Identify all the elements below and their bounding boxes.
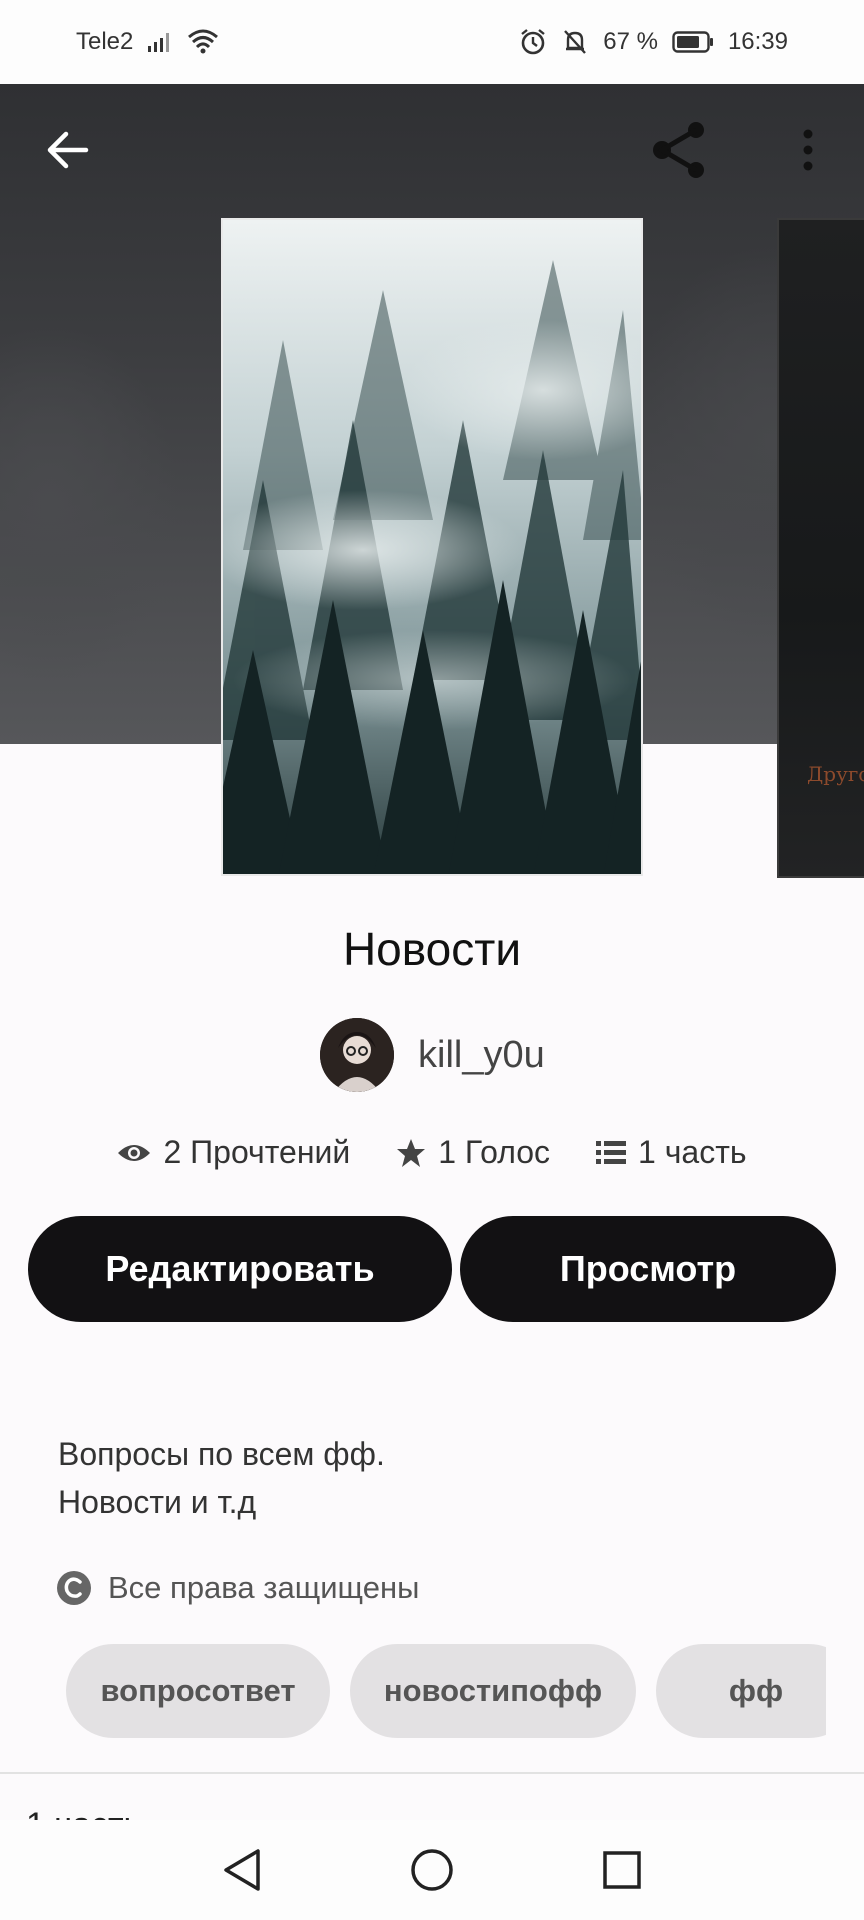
nav-back-icon — [224, 1849, 260, 1891]
copyright-label: Все права защищены — [108, 1570, 420, 1605]
tags-list: вопросответ новостипофф фф — [66, 1644, 826, 1740]
next-story-cover[interactable]: Друго — [777, 218, 864, 878]
parts-stat: 1 часть — [596, 1134, 747, 1171]
nav-home-icon — [411, 1849, 453, 1891]
signal-icon — [147, 31, 173, 53]
divider — [0, 1772, 864, 1774]
next-cover-text: Друго — [807, 762, 864, 786]
back-arrow-icon — [47, 131, 89, 169]
silent-icon — [561, 28, 589, 56]
more-options-button[interactable] — [776, 118, 840, 182]
system-navbar — [0, 1820, 864, 1920]
status-bar: Tele2 67 % 16:39 — [0, 0, 864, 84]
reads-count: 2 Прочтений — [163, 1134, 351, 1170]
battery-icon — [672, 31, 714, 53]
more-vertical-icon — [803, 129, 813, 171]
tag-chip[interactable]: фф — [656, 1644, 826, 1738]
votes-stat: 1 Голос — [396, 1134, 550, 1171]
tag-chip[interactable]: вопросответ — [66, 1644, 330, 1738]
description-line: Новости и т.д — [58, 1484, 257, 1520]
author-name: kill_y0u — [418, 1033, 545, 1076]
description-line: Вопросы по всем фф. — [58, 1436, 385, 1472]
back-button[interactable] — [36, 118, 100, 182]
list-icon — [596, 1140, 627, 1164]
status-right: 67 % 16:39 — [519, 28, 788, 56]
author-link[interactable]: kill_y0u — [320, 1018, 545, 1092]
wifi-icon — [187, 29, 219, 55]
tag-chip[interactable]: новостипофф — [350, 1644, 636, 1738]
nav-recents-button[interactable] — [592, 1840, 652, 1900]
nav-recents-icon — [603, 1851, 641, 1889]
copyright-icon — [57, 1571, 91, 1605]
story-title: Новости — [342, 923, 522, 975]
avatar — [320, 1018, 394, 1092]
view-button[interactable]: Просмотр — [460, 1216, 836, 1322]
eye-icon — [118, 1144, 151, 1161]
screen: Tele2 67 % 16:39 Друг Новости kill_y0u 2… — [0, 0, 864, 1920]
alarm-icon — [519, 28, 547, 56]
reads-stat: 2 Прочтений — [117, 1134, 350, 1171]
nav-back-button[interactable] — [212, 1840, 272, 1900]
nav-home-button[interactable] — [402, 1840, 462, 1900]
story-stats: 2 Прочтений 1 Голос 1 часть — [0, 1134, 864, 1171]
star-icon — [397, 1138, 426, 1167]
votes-count: 1 Голос — [438, 1134, 551, 1170]
share-button[interactable] — [648, 118, 712, 182]
backdrop-blur-left — [0, 324, 180, 684]
parts-count: 1 часть — [638, 1134, 747, 1170]
copyright-row: Все права защищены — [56, 1570, 419, 1606]
share-icon — [653, 122, 704, 178]
battery-percent: 67 % — [603, 28, 658, 55]
status-left: Tele2 — [76, 28, 219, 56]
status-time: 16:39 — [727, 28, 788, 55]
story-description: Вопросы по всем фф. Новости и т.д — [58, 1430, 385, 1526]
edit-button[interactable]: Редактировать — [28, 1216, 452, 1322]
carrier-label: Tele2 — [76, 28, 134, 55]
cover-image — [223, 220, 641, 874]
story-cover[interactable] — [221, 218, 643, 876]
